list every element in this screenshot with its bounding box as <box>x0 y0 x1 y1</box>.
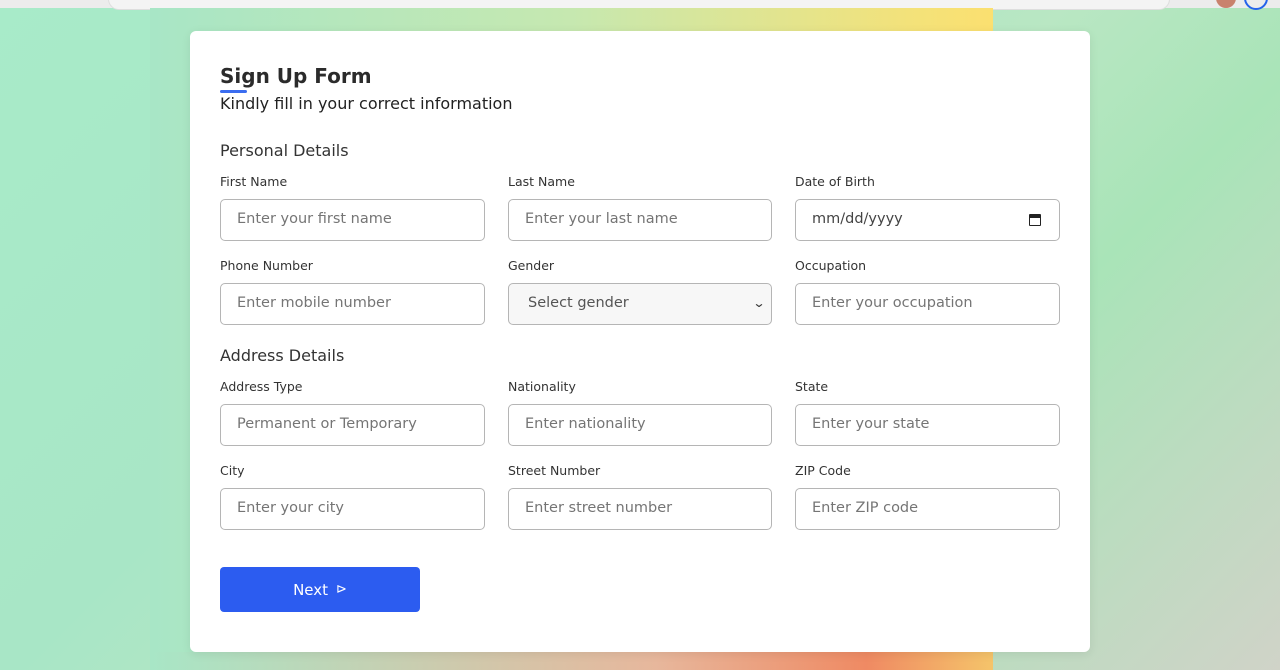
city-input[interactable]: Enter your city <box>220 488 485 530</box>
state-placeholder: Enter your state <box>812 416 930 432</box>
background-decoration-bottom <box>150 652 993 670</box>
address-type-placeholder: Permanent or Temporary <box>237 416 417 432</box>
first-name-placeholder: Enter your first name <box>237 211 392 227</box>
dob-placeholder: mm/dd/yyyy <box>812 211 903 227</box>
form-title: Sign Up Form <box>220 64 372 88</box>
gender-select[interactable]: Select gender ⌄ <box>508 283 772 325</box>
phone-label: Phone Number <box>220 258 313 273</box>
address-type-label: Address Type <box>220 379 303 394</box>
dob-label: Date of Birth <box>795 174 875 189</box>
state-input[interactable]: Enter your state <box>795 404 1060 446</box>
nationality-label: Nationality <box>508 379 576 394</box>
occupation-label: Occupation <box>795 258 867 273</box>
gender-selected-value: Select gender <box>528 295 629 311</box>
next-button[interactable]: Next ⊳ <box>220 567 420 612</box>
first-name-label: First Name <box>220 174 288 189</box>
address-type-input[interactable]: Permanent or Temporary <box>220 404 485 446</box>
nationality-input[interactable]: Enter nationality <box>508 404 772 446</box>
occupation-input[interactable]: Enter your occupation <box>795 283 1060 325</box>
city-placeholder: Enter your city <box>237 500 345 516</box>
last-name-label: Last Name <box>508 174 575 189</box>
assistant-icon[interactable] <box>1244 0 1268 10</box>
section-title-address: Address Details <box>220 346 345 365</box>
last-name-input[interactable]: Enter your last name <box>508 199 772 241</box>
street-number-input[interactable]: Enter street number <box>508 488 772 530</box>
gender-label: Gender <box>508 258 555 273</box>
title-underline <box>220 90 247 93</box>
next-button-label: Next <box>293 580 329 599</box>
browser-chrome <box>0 0 1280 10</box>
phone-placeholder: Enter mobile number <box>237 295 391 311</box>
form-subtitle: Kindly fill in your correct information <box>220 94 513 113</box>
first-name-input[interactable]: Enter your first name <box>220 199 485 241</box>
nationality-placeholder: Enter nationality <box>525 416 646 432</box>
city-label: City <box>220 463 245 478</box>
occupation-placeholder: Enter your occupation <box>812 295 973 311</box>
signup-card: Sign Up Form Kindly fill in your correct… <box>190 31 1090 652</box>
zip-input[interactable]: Enter ZIP code <box>795 488 1060 530</box>
street-number-placeholder: Enter street number <box>525 500 673 516</box>
dob-input[interactable]: mm/dd/yyyy <box>795 199 1060 241</box>
calendar-icon[interactable] <box>1029 214 1041 226</box>
state-label: State <box>795 379 829 394</box>
profile-avatar[interactable] <box>1216 0 1236 8</box>
section-title-personal: Personal Details <box>220 141 349 160</box>
last-name-placeholder: Enter your last name <box>525 211 678 227</box>
phone-input[interactable]: Enter mobile number <box>220 283 485 325</box>
street-number-label: Street Number <box>508 463 601 478</box>
send-icon: ⊳ <box>336 582 347 597</box>
zip-placeholder: Enter ZIP code <box>812 500 919 516</box>
chevron-down-icon: ⌄ <box>752 296 766 310</box>
zip-label: ZIP Code <box>795 463 851 478</box>
